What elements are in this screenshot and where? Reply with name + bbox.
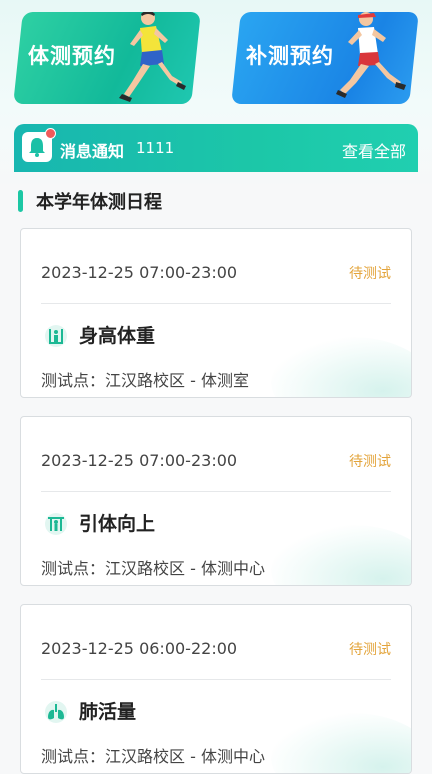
- makeup-test-booking-label: 补测预约: [246, 44, 334, 68]
- card-time: 2023-12-25 07:00-23:00: [41, 451, 238, 470]
- pull-up-icon: [45, 513, 67, 535]
- card-decoration: [271, 525, 411, 585]
- makeup-test-booking-banner[interactable]: 补测预约: [231, 12, 419, 104]
- test-item-name: 身高体重: [79, 325, 156, 347]
- test-location: 测试点：江汉路校区 - 体测中心: [41, 747, 265, 766]
- section-title: 本学年体测日程: [36, 192, 162, 213]
- schedule-card[interactable]: 2023-12-25 07:00-23:00 待测试 引体向上 测试点：江汉路校…: [20, 416, 412, 586]
- test-booking-label: 体测预约: [28, 44, 116, 68]
- notice-content[interactable]: 1111: [136, 139, 174, 157]
- card-time: 2023-12-25 06:00-22:00: [41, 639, 238, 658]
- unread-dot: [45, 128, 56, 139]
- card-time: 2023-12-25 07:00-23:00: [41, 263, 238, 282]
- card-divider: [41, 679, 391, 680]
- test-booking-banner[interactable]: 体测预约: [13, 12, 201, 104]
- runner-illustration-icon: [119, 12, 186, 102]
- card-divider: [41, 303, 391, 304]
- card-decoration: [271, 713, 411, 773]
- runner-illustration-icon: [336, 12, 406, 98]
- test-location: 测试点：江汉路校区 - 体测室: [41, 371, 249, 390]
- card-decoration: [271, 337, 411, 397]
- status-badge: 待测试: [349, 642, 391, 658]
- test-item-name: 肺活量: [79, 701, 137, 723]
- card-divider: [41, 491, 391, 492]
- test-item-name: 引体向上: [79, 513, 156, 535]
- status-badge: 待测试: [349, 454, 391, 470]
- notice-title: 消息通知: [60, 142, 125, 161]
- section-accent-bar: [18, 190, 23, 212]
- status-badge: 待测试: [349, 266, 391, 282]
- notice-bar[interactable]: 消息通知 1111 查看全部: [14, 124, 418, 172]
- lungs-icon: [45, 701, 67, 723]
- schedule-card[interactable]: 2023-12-25 06:00-22:00 待测试 肺活量 测试点：江汉路校区…: [20, 604, 412, 774]
- height-weight-icon: [45, 325, 67, 347]
- view-all-link[interactable]: 查看全部: [342, 138, 406, 162]
- test-location: 测试点：江汉路校区 - 体测中心: [41, 559, 265, 578]
- schedule-card[interactable]: 2023-12-25 07:00-23:00 待测试 身高体重 测试点：江汉路校…: [20, 228, 412, 398]
